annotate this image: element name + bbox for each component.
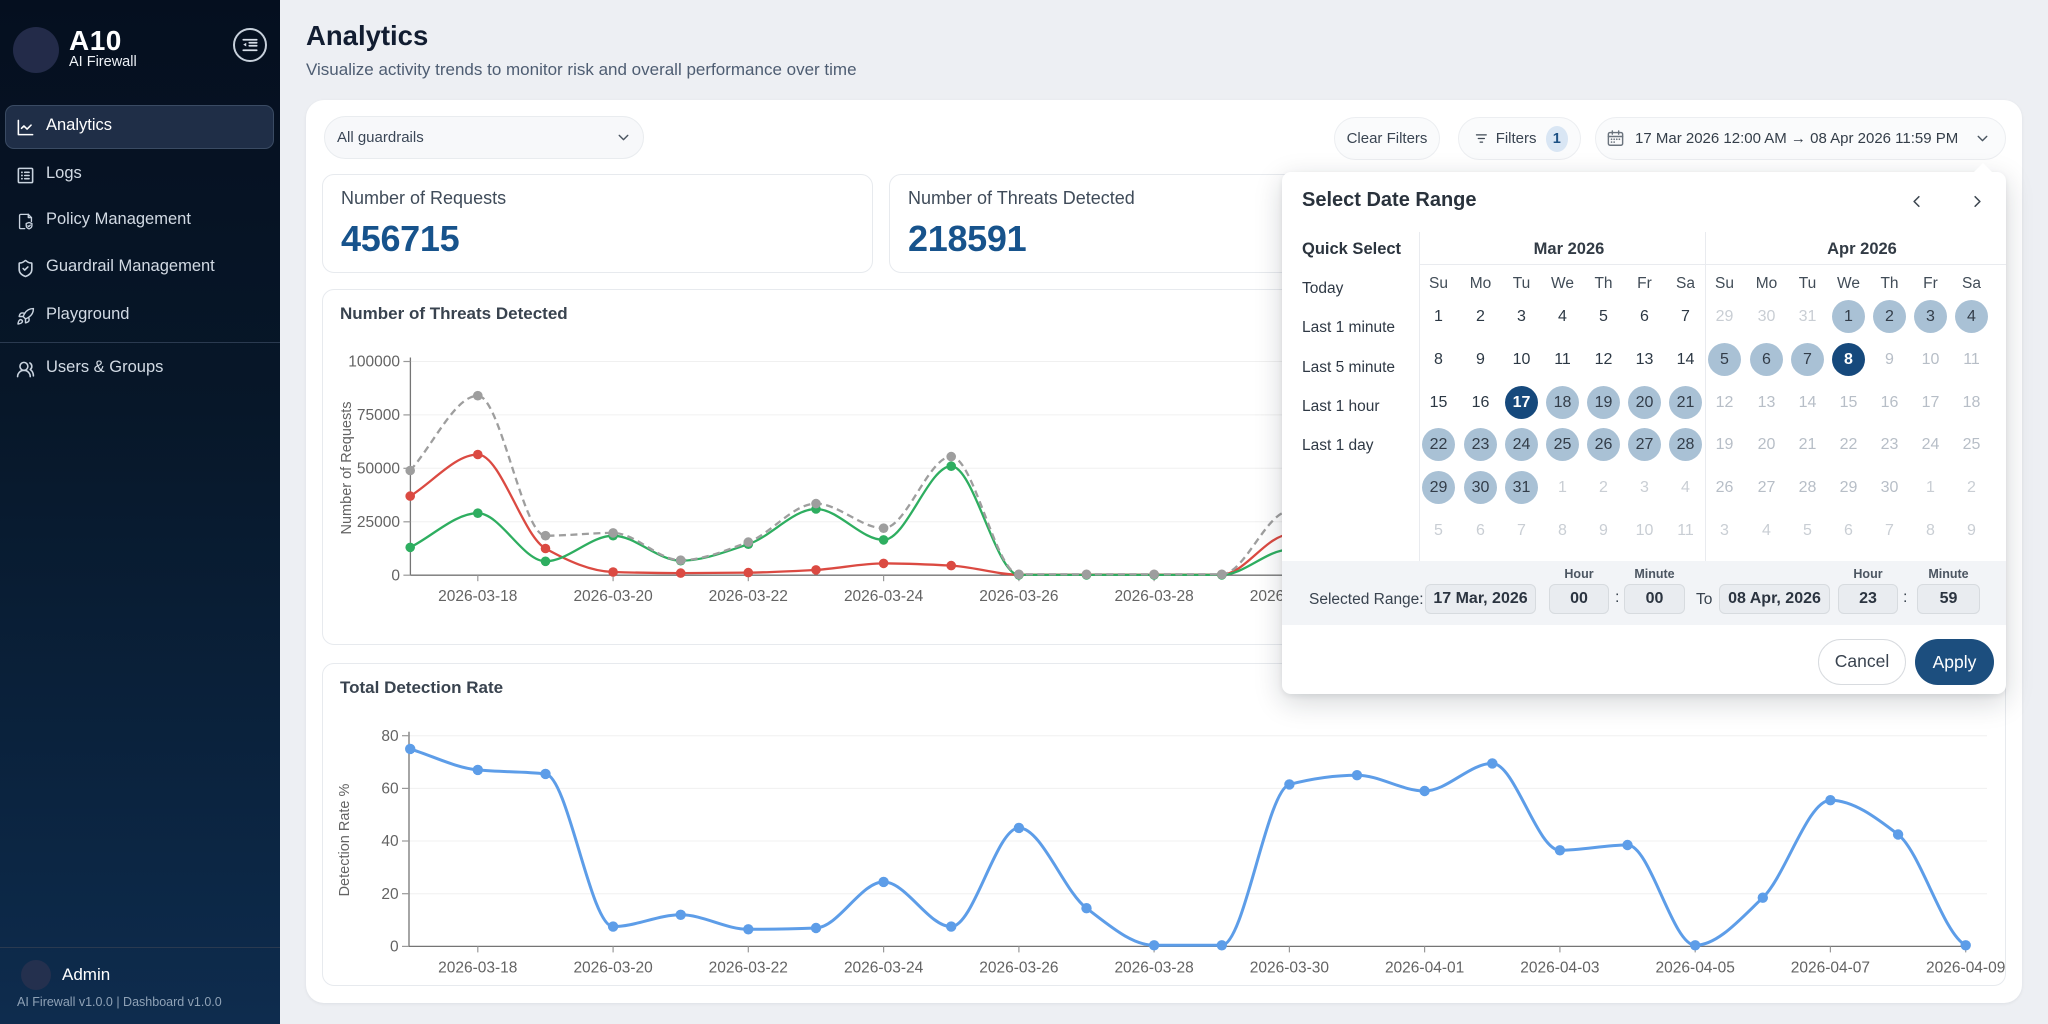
svg-text:2026-03-30: 2026-03-30 — [1250, 959, 1330, 976]
svg-text:80: 80 — [381, 728, 399, 745]
svg-text:100000: 100000 — [348, 354, 400, 371]
svg-text:2026-03-28: 2026-03-28 — [1114, 588, 1193, 605]
svg-text:2026-03-26: 2026-03-26 — [979, 588, 1058, 605]
svg-text:2026-03-20: 2026-03-20 — [573, 588, 653, 605]
svg-text:60: 60 — [381, 781, 399, 798]
svg-text:2026-03-18: 2026-03-18 — [438, 588, 517, 605]
svg-text:2026-03-22: 2026-03-22 — [709, 959, 788, 976]
svg-text:2026-04-01: 2026-04-01 — [1385, 959, 1464, 976]
svg-text:2026-03-24: 2026-03-24 — [844, 959, 924, 976]
svg-text:2026-03-24: 2026-03-24 — [844, 588, 924, 605]
svg-text:2026-04-07: 2026-04-07 — [1791, 959, 1870, 976]
svg-text:2026-04-09: 2026-04-09 — [1926, 959, 2005, 976]
svg-text:Number of Requests: Number of Requests — [339, 402, 355, 535]
svg-text:50000: 50000 — [357, 461, 400, 478]
svg-text:2026-03-26: 2026-03-26 — [979, 959, 1058, 976]
svg-text:2026-03-20: 2026-03-20 — [573, 959, 653, 976]
svg-text:2026-04-03: 2026-04-03 — [1520, 959, 1599, 976]
svg-text:25000: 25000 — [357, 514, 400, 531]
svg-text:75000: 75000 — [357, 407, 400, 424]
svg-text:20: 20 — [381, 886, 399, 903]
svg-text:2026-03-28: 2026-03-28 — [1114, 959, 1193, 976]
svg-text:0: 0 — [391, 567, 400, 584]
svg-text:2026-04-05: 2026-04-05 — [1656, 959, 1735, 976]
svg-text:40: 40 — [381, 833, 399, 850]
svg-text:Detection Rate %: Detection Rate % — [337, 783, 353, 896]
svg-text:2026-03-18: 2026-03-18 — [438, 959, 517, 976]
svg-text:2026-03-22: 2026-03-22 — [709, 588, 788, 605]
svg-text:0: 0 — [390, 939, 399, 956]
